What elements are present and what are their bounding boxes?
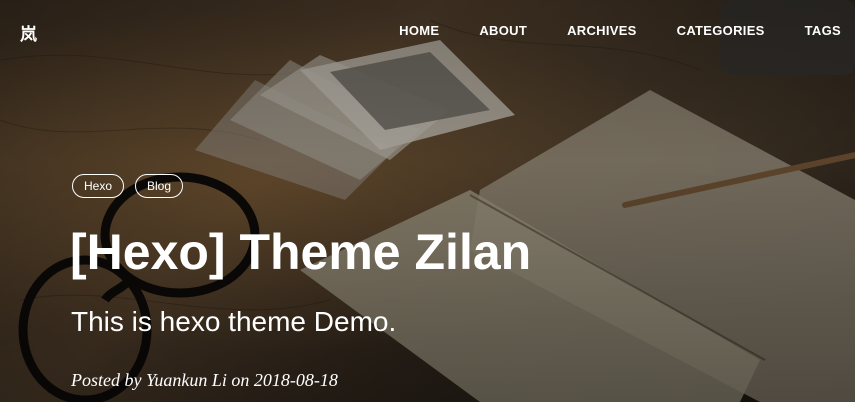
post-author: Yuankun Li: [145, 370, 227, 390]
meta-on: on: [231, 370, 250, 390]
nav-item-archives[interactable]: ARCHIVES: [567, 23, 637, 38]
post-tags: Hexo Blog: [72, 174, 194, 198]
top-nav: HOME ABOUT ARCHIVES CATEGORIES TAGS: [359, 23, 841, 38]
tag-blog[interactable]: Blog: [135, 174, 184, 198]
post-meta: Posted by Yuankun Li on 2018-08-18: [71, 370, 338, 391]
site-logo[interactable]: 岚: [20, 20, 37, 45]
header-hero: 岚 HOME ABOUT ARCHIVES CATEGORIES TAGS He…: [0, 0, 855, 402]
tag-hexo[interactable]: Hexo: [72, 174, 125, 198]
post-title: [Hexo] Theme Zilan: [70, 224, 532, 280]
nav-item-tags[interactable]: TAGS: [805, 23, 841, 38]
nav-item-about[interactable]: ABOUT: [479, 23, 527, 38]
meta-prefix: Posted by: [71, 370, 142, 390]
post-subtitle: This is hexo theme Demo.: [71, 306, 397, 337]
nav-item-home[interactable]: HOME: [399, 23, 439, 38]
post-date: 2018-08-18: [253, 370, 338, 390]
nav-item-categories[interactable]: CATEGORIES: [677, 23, 765, 38]
hero-overlay: [0, 0, 855, 402]
